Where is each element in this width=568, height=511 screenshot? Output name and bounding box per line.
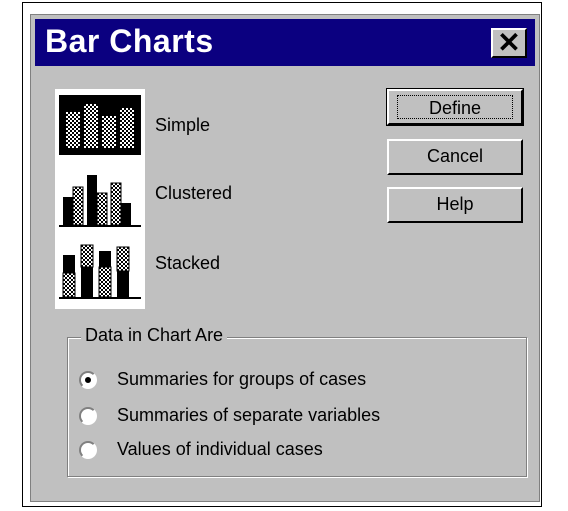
simple-bar-chart-icon — [62, 98, 138, 152]
define-button[interactable]: Define — [386, 88, 524, 126]
cancel-button[interactable]: Cancel — [387, 139, 523, 175]
group-legend: Data in Chart Are — [81, 325, 228, 346]
title-bar: Bar Charts ✕ — [35, 19, 535, 66]
define-focus-rect: Define — [397, 95, 513, 119]
simple-bar-chart-option[interactable] — [59, 95, 141, 155]
bar-charts-dialog: Bar Charts ✕ Simple Clustered Stacked De… — [30, 14, 540, 502]
radio-button[interactable] — [79, 407, 97, 425]
dialog-title: Bar Charts — [45, 23, 214, 59]
clustered-bar-chart-icon — [59, 167, 141, 227]
radio-button[interactable] — [79, 441, 97, 459]
radio-label: Values of individual cases — [117, 439, 323, 459]
clustered-bar-chart-option[interactable] — [59, 167, 141, 227]
close-button[interactable]: ✕ — [491, 28, 527, 58]
simple-label: Simple — [155, 115, 211, 135]
help-button[interactable]: Help — [387, 187, 523, 223]
radio-label: Summaries of separate variables — [117, 405, 381, 425]
define-button-label: Define — [428, 98, 482, 118]
chart-type-panel — [55, 89, 145, 309]
cancel-button-label: Cancel — [426, 146, 484, 166]
stacked-bar-chart-icon — [59, 239, 141, 299]
radio-button[interactable] — [79, 371, 97, 389]
stacked-label: Stacked — [155, 253, 221, 273]
radio-selected-dot — [85, 377, 91, 383]
radio-label: Summaries for groups of cases — [117, 369, 367, 389]
help-button-label: Help — [436, 194, 474, 214]
close-icon: ✕ — [497, 27, 521, 58]
stacked-bar-chart-option[interactable] — [59, 239, 141, 299]
clustered-label: Clustered — [155, 183, 233, 203]
